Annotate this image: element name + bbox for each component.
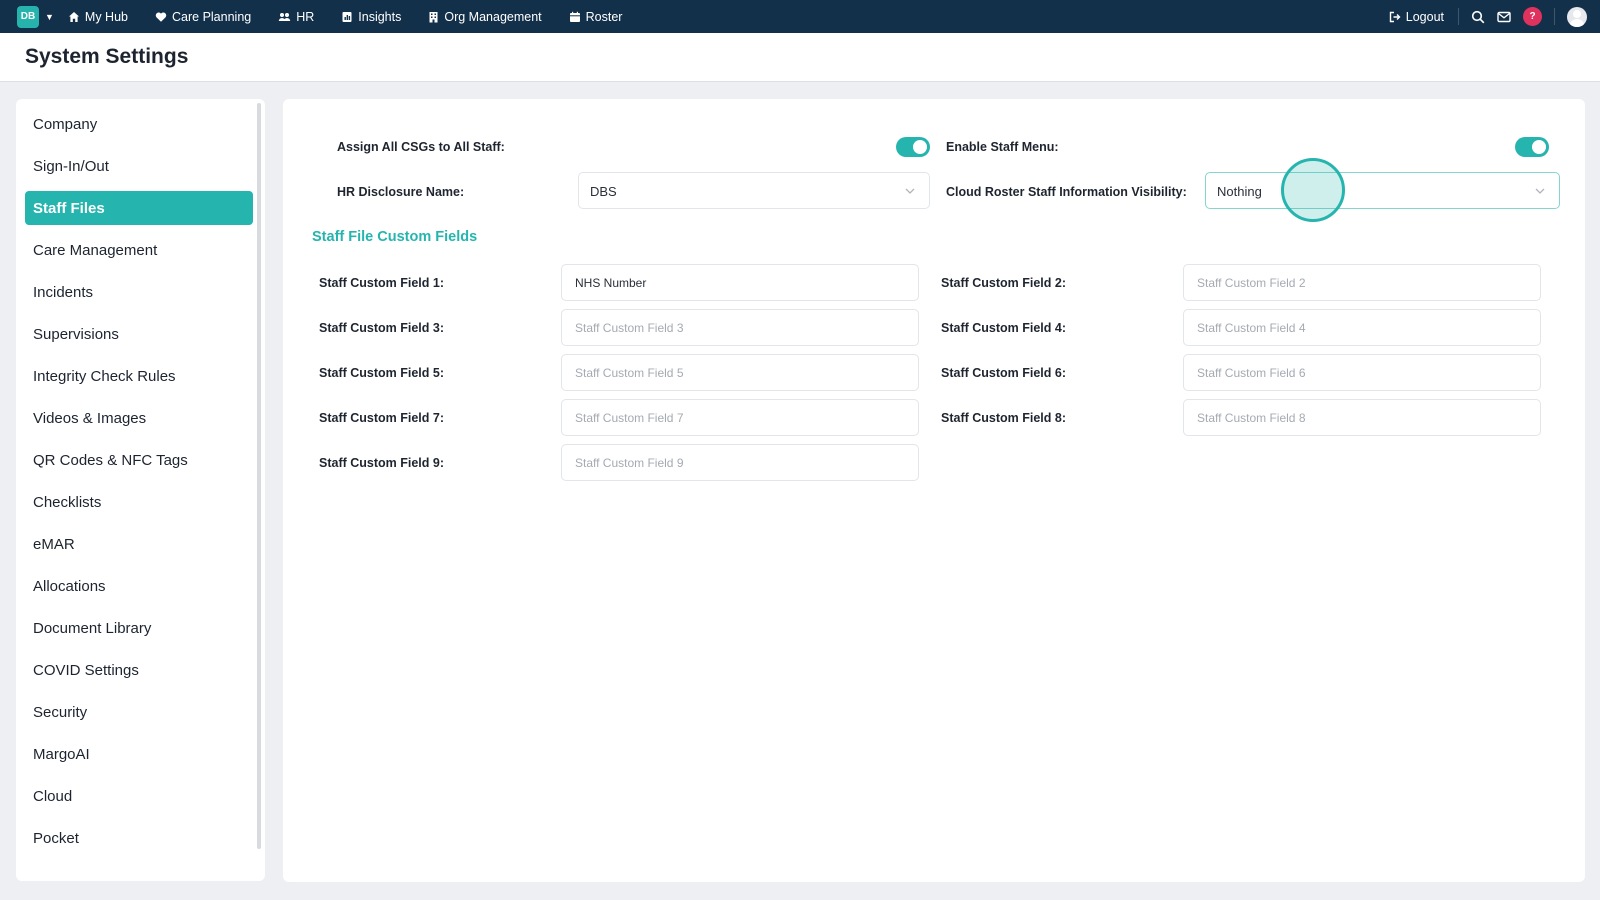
sidebar-scrollbar[interactable] (257, 103, 261, 849)
sidebar-item-supervisions[interactable]: Supervisions (25, 317, 253, 351)
nav-item-label: Care Planning (172, 9, 252, 24)
account-badge[interactable]: DB (17, 5, 39, 28)
sidebar-item-incidents[interactable]: Incidents (25, 275, 253, 309)
cloud-roster-visibility-select[interactable]: Nothing (1205, 172, 1560, 209)
help-button[interactable]: ? (1523, 7, 1542, 26)
select-value: DBS (590, 184, 617, 199)
assign-csgs-label: Assign All CSGs to All Staff: (337, 140, 505, 154)
sidebar-item-company[interactable]: Company (25, 107, 253, 141)
sidebar-item-sign-in-out[interactable]: Sign-In/Out (25, 149, 253, 183)
custom-field-2-label: Staff Custom Field 2: (941, 276, 1067, 290)
custom-field-6-input[interactable] (1183, 354, 1541, 391)
nav-item-label: Roster (585, 9, 623, 24)
sidebar-item-covid-settings[interactable]: COVID Settings (25, 653, 253, 687)
settings-sidebar: Company Sign-In/Out Staff Files Care Man… (16, 99, 265, 881)
hr-disclosure-select[interactable]: DBS (578, 172, 930, 209)
custom-field-8-input[interactable] (1183, 399, 1541, 436)
staff-files-settings-panel: Assign All CSGs to All Staff: Enable Sta… (283, 99, 1585, 882)
nav-item-roster[interactable]: Roster (569, 9, 623, 24)
heart-icon (155, 11, 167, 23)
sidebar-item-staff-files[interactable]: Staff Files (25, 191, 253, 225)
sidebar-item-checklists[interactable]: Checklists (25, 485, 253, 519)
custom-field-2-input[interactable] (1183, 264, 1541, 301)
sidebar-item-care-management[interactable]: Care Management (25, 233, 253, 267)
sidebar-item-cloud[interactable]: Cloud (25, 779, 253, 813)
nav-item-insights[interactable]: Insights (341, 10, 401, 24)
assign-csgs-toggle[interactable] (896, 137, 930, 157)
sidebar-item-security[interactable]: Security (25, 695, 253, 729)
nav-item-org-management[interactable]: Org Management (428, 9, 542, 24)
chart-book-icon (341, 11, 353, 23)
divider (1458, 8, 1459, 25)
top-nav-bar: DB ▼ My Hub Care Planning HR Insights Or… (0, 0, 1600, 33)
toggle-knob (1532, 140, 1546, 154)
nav-item-care-planning[interactable]: Care Planning (155, 10, 251, 24)
sidebar-item-videos-images[interactable]: Videos & Images (25, 401, 253, 435)
sidebar-item-margoai[interactable]: MargoAI (25, 737, 253, 771)
mail-icon[interactable] (1497, 11, 1511, 23)
select-value: Nothing (1217, 184, 1262, 199)
custom-field-9-label: Staff Custom Field 9: (319, 456, 445, 470)
page-header: System Settings (0, 33, 1600, 82)
custom-field-5-input[interactable] (561, 354, 919, 391)
custom-field-1-label: Staff Custom Field 1: (319, 276, 445, 290)
custom-field-3-label: Staff Custom Field 3: (319, 321, 445, 335)
chevron-down-icon[interactable]: ▼ (45, 12, 54, 22)
chevron-down-icon (904, 185, 916, 197)
custom-field-1-input[interactable] (561, 264, 919, 301)
user-avatar[interactable] (1567, 6, 1587, 27)
nav-item-label: Insights (358, 9, 402, 24)
sidebar-item-allocations[interactable]: Allocations (25, 569, 253, 603)
sidebar-item-pocket[interactable]: Pocket (25, 821, 253, 855)
building-icon (428, 11, 439, 23)
custom-field-7-label: Staff Custom Field 7: (319, 411, 445, 425)
custom-field-4-input[interactable] (1183, 309, 1541, 346)
home-icon (68, 11, 80, 23)
chevron-down-icon (1534, 185, 1546, 197)
nav-right-actions: Logout ? (1389, 0, 1600, 33)
enable-staff-menu-toggle[interactable] (1515, 137, 1549, 157)
logout-button[interactable]: Logout (1389, 10, 1444, 24)
logout-icon (1389, 11, 1401, 23)
custom-field-3-input[interactable] (561, 309, 919, 346)
custom-field-4-label: Staff Custom Field 4: (941, 321, 1067, 335)
hr-disclosure-label: HR Disclosure Name: (337, 185, 465, 199)
nav-item-label: Org Management (444, 9, 542, 24)
divider (1554, 8, 1555, 25)
page-title: System Settings (25, 45, 189, 68)
section-title: Staff File Custom Fields (312, 229, 478, 245)
custom-field-5-label: Staff Custom Field 5: (319, 366, 445, 380)
nav-item-my-hub[interactable]: My Hub (68, 10, 128, 24)
search-icon[interactable] (1471, 10, 1485, 24)
custom-field-6-label: Staff Custom Field 6: (941, 366, 1067, 380)
custom-field-7-input[interactable] (561, 399, 919, 436)
sidebar-item-integrity-check-rules[interactable]: Integrity Check Rules (25, 359, 253, 393)
custom-field-9-input[interactable] (561, 444, 919, 481)
sidebar-item-qr-codes-nfc-tags[interactable]: QR Codes & NFC Tags (25, 443, 253, 477)
calendar-icon (569, 11, 581, 23)
nav-item-label: My Hub (84, 9, 128, 24)
sidebar-item-document-library[interactable]: Document Library (25, 611, 253, 645)
cloud-roster-visibility-label: Cloud Roster Staff Information Visibilit… (946, 185, 1187, 199)
custom-field-8-label: Staff Custom Field 8: (941, 411, 1067, 425)
logout-label: Logout (1405, 9, 1444, 24)
nav-item-hr[interactable]: HR (278, 10, 314, 24)
sidebar-item-emar[interactable]: eMAR (25, 527, 253, 561)
toggle-knob (913, 140, 927, 154)
enable-staff-menu-label: Enable Staff Menu: (946, 140, 1059, 154)
nav-item-label: HR (296, 9, 315, 24)
people-icon (278, 11, 291, 23)
